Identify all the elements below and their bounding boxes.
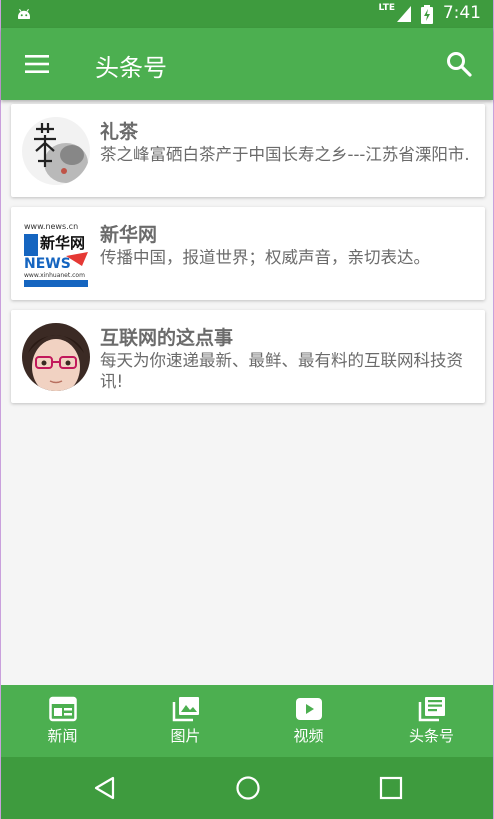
- bottom-navigation: 新闻 图片 视频 头条号: [1, 685, 493, 757]
- card-description: 每天为你速递最新、最鲜、最有料的互联网科技资讯!: [100, 351, 463, 391]
- list-item[interactable]: 礼茶 茶之峰富硒白茶产于中国长寿之乡---江苏省溧阳市.: [11, 104, 485, 197]
- nav-item-news[interactable]: 新闻: [1, 685, 124, 757]
- avatar: [22, 117, 90, 185]
- search-icon[interactable]: [445, 50, 473, 78]
- recents-icon[interactable]: [377, 774, 405, 802]
- nav-label: 新闻: [47, 727, 78, 745]
- nav-label: 图片: [170, 727, 201, 745]
- signal-icon: [397, 6, 411, 22]
- card-title: 新华网: [100, 224, 158, 246]
- logo-small-text: www.xinhuanet.com: [24, 272, 85, 279]
- app-bar: 头条号: [1, 28, 493, 100]
- nav-label: 视频: [293, 727, 324, 745]
- home-icon[interactable]: [234, 774, 262, 802]
- android-icon: [18, 8, 30, 19]
- card-title: 互联网的这点事: [100, 327, 234, 349]
- card-title: 礼茶: [100, 121, 139, 143]
- nav-item-toutiao[interactable]: 头条号: [370, 685, 493, 757]
- card-description: 茶之峰富硒白茶产于中国长寿之乡---江苏省溧阳市.: [100, 145, 470, 164]
- nav-item-video[interactable]: 视频: [247, 685, 370, 757]
- page-title: 头条号: [95, 54, 167, 82]
- logo-sub-text: NEWS: [24, 256, 71, 272]
- avatar: www.news.cn 新华网 NEWS www.xinhuanet.com: [22, 220, 90, 288]
- back-icon[interactable]: [91, 774, 119, 802]
- clock: 7:41: [442, 3, 481, 23]
- nav-label: 头条号: [408, 727, 454, 745]
- card-description: 传播中国，报道世界；权威声音，亲切表达。: [100, 248, 430, 267]
- network-type-label: LTE: [378, 3, 395, 13]
- list-item[interactable]: 互联网的这点事 每天为你速递最新、最鲜、最有料的互联网科技资讯!: [11, 310, 485, 403]
- status-bar: LTE 7:41: [1, 0, 493, 28]
- list-item[interactable]: www.news.cn 新华网 NEWS www.xinhuanet.com 新…: [11, 207, 485, 300]
- subscription-list: 礼茶 茶之峰富硒白茶产于中国长寿之乡---江苏省溧阳市. www.news.cn…: [11, 104, 485, 413]
- menu-icon[interactable]: [23, 52, 51, 76]
- logo-text: 新华网: [40, 234, 85, 252]
- system-navigation-bar: [1, 757, 493, 819]
- nav-item-photos[interactable]: 图片: [124, 685, 247, 757]
- logo-url-text: www.news.cn: [24, 222, 78, 231]
- avatar: [22, 323, 90, 391]
- photo-library-icon: [172, 697, 199, 722]
- news-icon: [48, 696, 77, 722]
- library-books-icon: [418, 697, 445, 722]
- video-icon: [295, 698, 322, 720]
- battery-charging-icon: [421, 5, 433, 24]
